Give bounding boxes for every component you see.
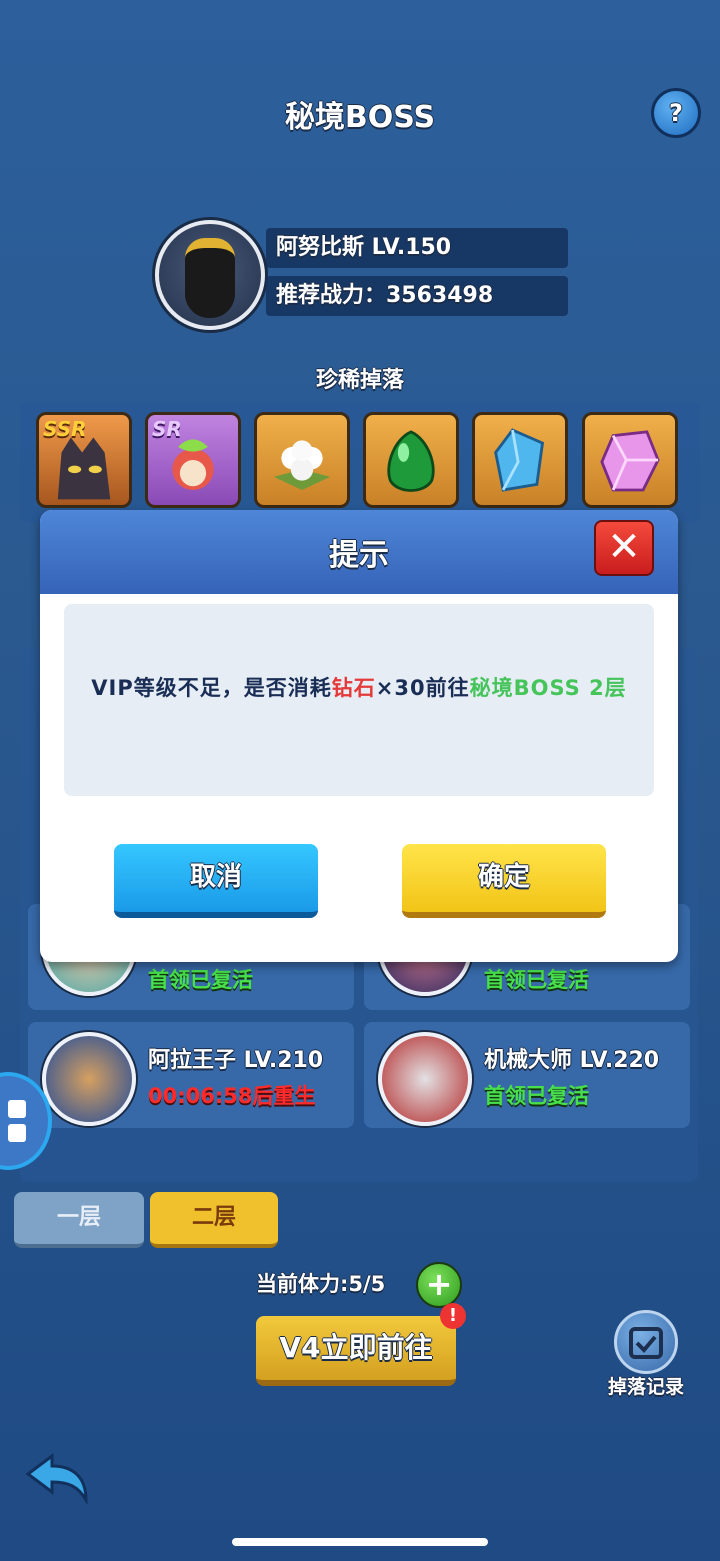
dialog-message: VIP等级不足，是否消耗钻石×30前往秘境BOSS 2层 [64,672,654,702]
message-cost-amount: ×30前往 [375,676,470,700]
message-target: 秘境BOSS 2层 [469,676,627,700]
message-box: VIP等级不足，是否消耗钻石×30前往秘境BOSS 2层 [64,604,654,796]
close-icon: ✕ [607,524,641,570]
home-indicator[interactable] [232,1538,488,1546]
cancel-button[interactable]: 取消 [114,844,318,918]
confirm-dialog: 提示 ✕ VIP等级不足，是否消耗钻石×30前往秘境BOSS 2层 取消 确定 [40,510,678,962]
message-cost-item: 钻石 [331,676,376,700]
dialog-title: 提示 [329,538,389,573]
confirm-button[interactable]: 确定 [402,844,606,918]
close-button[interactable]: ✕ [594,520,654,576]
message-prefix: VIP等级不足，是否消耗 [91,676,332,700]
